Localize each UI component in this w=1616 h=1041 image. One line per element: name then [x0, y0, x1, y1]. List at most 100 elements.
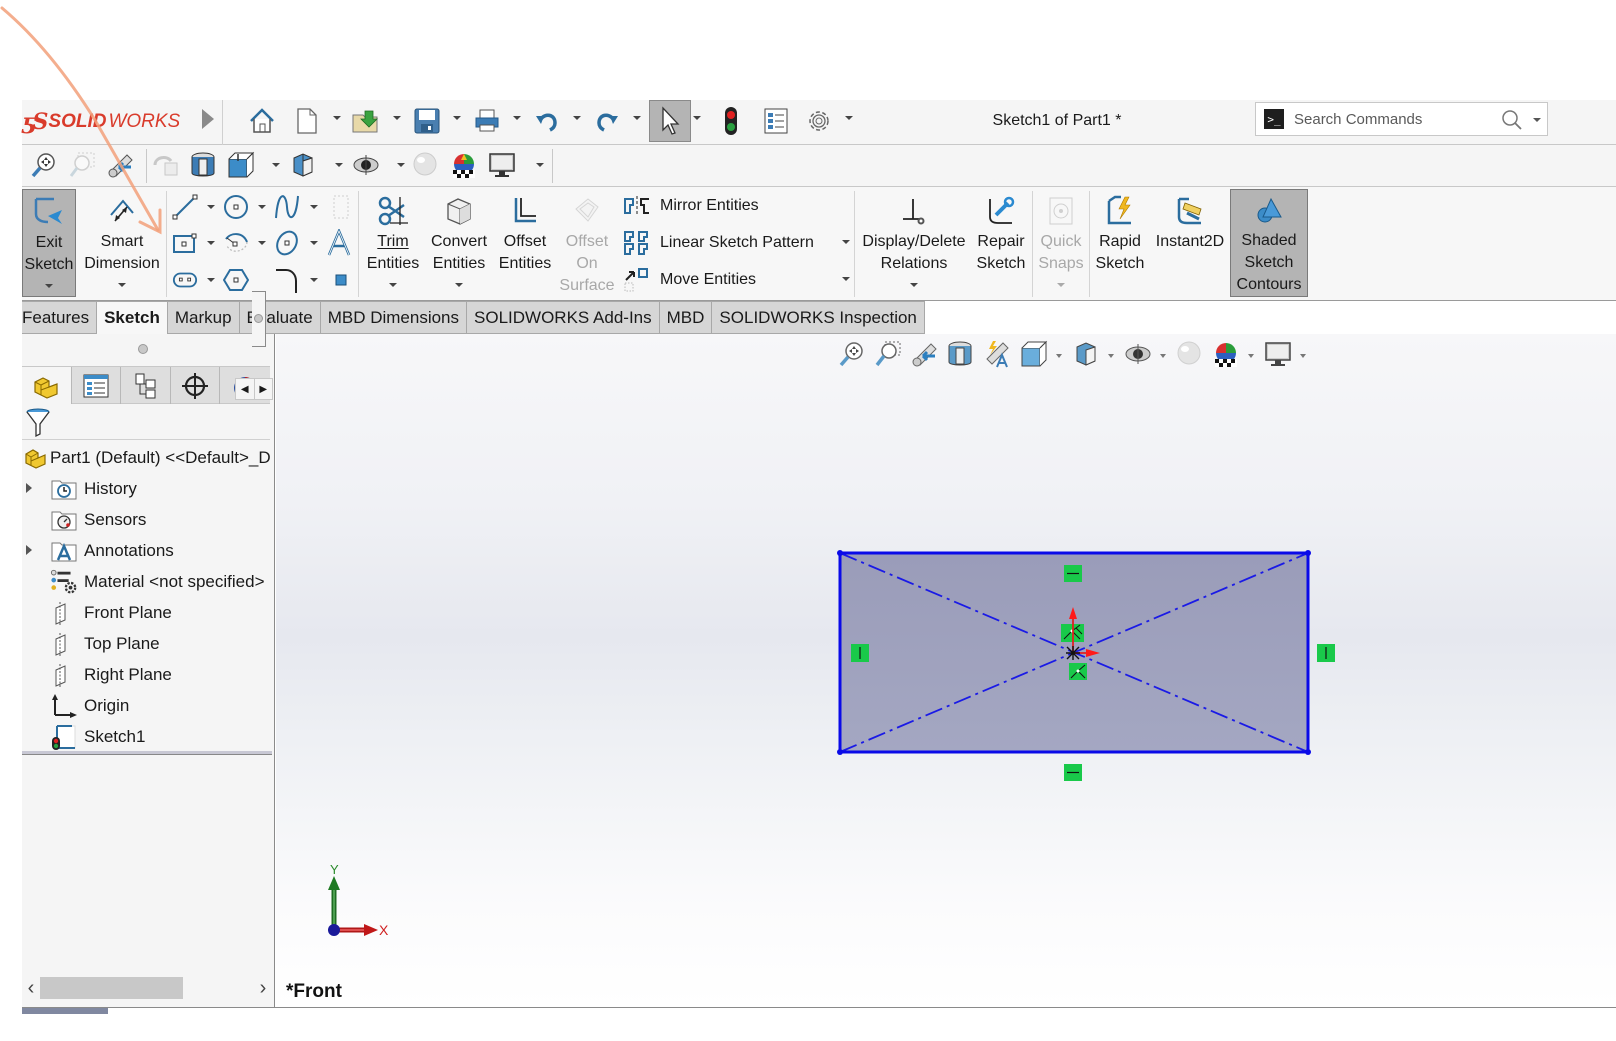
- instant2d-button[interactable]: Instant2D: [1150, 189, 1230, 297]
- slot-tool[interactable]: [172, 267, 198, 293]
- smart-dimension-dropdown-icon[interactable]: [118, 283, 126, 287]
- scroll-left-arrow-icon[interactable]: ‹: [22, 977, 40, 1000]
- configurationmanager-tab[interactable]: [121, 367, 171, 404]
- propertymanager-tab[interactable]: [72, 367, 122, 404]
- print-button[interactable]: [470, 104, 504, 138]
- linear-sketch-pattern-button[interactable]: Linear Sketch Pattern: [622, 228, 814, 258]
- fillet-dropdown-icon[interactable]: [310, 278, 318, 282]
- quick-snaps-button[interactable]: Quick Snaps: [1035, 189, 1087, 297]
- open-dropdown-icon[interactable]: [393, 116, 401, 120]
- new-dropdown-icon[interactable]: [333, 116, 341, 120]
- redo-dropdown-icon[interactable]: [633, 116, 641, 120]
- model-tabs[interactable]: [22, 1008, 108, 1014]
- line-tool[interactable]: [172, 194, 198, 220]
- scroll-left-icon[interactable]: ◀: [236, 379, 254, 399]
- sketch-point[interactable]: [1305, 749, 1311, 755]
- vertical-relation-icon[interactable]: [851, 644, 869, 662]
- section-view-button[interactable]: [187, 149, 219, 181]
- view-settings-button[interactable]: [486, 149, 518, 181]
- save-dropdown-icon[interactable]: [453, 116, 461, 120]
- search-input[interactable]: [1294, 110, 1494, 128]
- arc-dropdown-icon[interactable]: [258, 241, 266, 245]
- tree-item-sketch1[interactable]: Sketch1: [22, 721, 274, 752]
- scroll-right-arrow-icon[interactable]: ›: [254, 977, 272, 1000]
- tab-sketch[interactable]: Sketch: [97, 301, 168, 334]
- tab-features[interactable]: Features: [22, 301, 98, 334]
- zoom-to-area-button[interactable]: [66, 149, 98, 181]
- display-delete-relations-button[interactable]: Display/Delete Relations: [858, 189, 970, 297]
- undo-dropdown-icon[interactable]: [573, 116, 581, 120]
- trim-entities-button[interactable]: Trim Entities: [362, 189, 424, 297]
- featuremanager-tab[interactable]: [22, 367, 72, 404]
- ellipse-dropdown-icon[interactable]: [310, 241, 318, 245]
- convert-dropdown-icon[interactable]: [455, 283, 463, 287]
- horizontal-relation-icon[interactable]: [1064, 565, 1082, 582]
- rectangle-dropdown-icon[interactable]: [207, 241, 215, 245]
- arc-tool[interactable]: [223, 230, 249, 256]
- ellipse-tool[interactable]: [274, 230, 300, 256]
- view-orientation-dropdown-icon[interactable]: [272, 163, 280, 167]
- options-button[interactable]: [802, 104, 836, 138]
- plane-tool[interactable]: [328, 194, 354, 220]
- hide-show-dropdown-icon[interactable]: [397, 163, 405, 167]
- tree-item-origin[interactable]: Origin: [22, 690, 274, 721]
- search-dropdown-icon[interactable]: [1533, 118, 1541, 122]
- offset-entities-button[interactable]: Offset Entities: [494, 189, 556, 297]
- collapse-knob[interactable]: [254, 314, 263, 323]
- tab-solidworks-add-ins[interactable]: SOLIDWORKS Add-Ins: [467, 301, 660, 334]
- exit-sketch-dropdown-icon[interactable]: [45, 284, 53, 288]
- zoom-to-fit-button[interactable]: [28, 149, 60, 181]
- rebuild-view-button[interactable]: [150, 149, 182, 181]
- tree-item-annotations[interactable]: Annotations: [22, 535, 274, 566]
- text-tool[interactable]: [326, 229, 352, 256]
- rebuild-button[interactable]: [714, 104, 748, 138]
- rapid-sketch-button[interactable]: Rapid Sketch: [1092, 189, 1148, 297]
- expand-arrow-icon[interactable]: [26, 483, 32, 493]
- edit-appearance-button[interactable]: [410, 149, 442, 181]
- tree-item-sensors[interactable]: Sensors: [22, 504, 274, 535]
- display-delete-dropdown-icon[interactable]: [910, 283, 918, 287]
- spline-dropdown-icon[interactable]: [310, 205, 318, 209]
- dimxpertmanager-tab[interactable]: [171, 367, 221, 404]
- select-dropdown-icon[interactable]: [693, 116, 701, 120]
- line-dropdown-icon[interactable]: [207, 205, 215, 209]
- display-style-button[interactable]: [287, 149, 319, 181]
- fillet-tool[interactable]: [274, 267, 300, 293]
- move-entities-dropdown-icon[interactable]: [842, 277, 850, 281]
- sketch-canvas[interactable]: [276, 334, 1616, 1007]
- file-properties-button[interactable]: [759, 104, 793, 138]
- tree-item-part[interactable]: Part1 (Default) <<Default>_D: [22, 442, 274, 473]
- expand-arrow-icon[interactable]: [26, 545, 32, 555]
- mirror-entities-button[interactable]: Mirror Entities: [622, 191, 759, 221]
- open-button[interactable]: [350, 104, 384, 138]
- save-button[interactable]: [410, 104, 444, 138]
- panel-collapse-handle[interactable]: [252, 291, 266, 347]
- horizontal-relation-icon[interactable]: [1064, 764, 1082, 781]
- spline-tool[interactable]: [274, 194, 300, 220]
- graphics-area[interactable]: Y X *Front: [276, 334, 1616, 1007]
- shaded-sketch-contours-button[interactable]: Shaded Sketch Contours: [1230, 189, 1308, 297]
- polygon-tool[interactable]: [223, 267, 249, 293]
- redo-button[interactable]: [590, 104, 624, 138]
- tree-item-right-plane[interactable]: Right Plane: [22, 659, 274, 690]
- scroll-right-icon[interactable]: ▶: [253, 379, 273, 399]
- display-style-dropdown-icon[interactable]: [335, 163, 343, 167]
- view-settings-dropdown-icon[interactable]: [536, 163, 544, 167]
- tree-item-front-plane[interactable]: Front Plane: [22, 597, 274, 628]
- rectangle-tool[interactable]: [172, 230, 198, 256]
- tab-mbd-dimensions[interactable]: MBD Dimensions: [320, 301, 468, 334]
- vertical-relation-icon[interactable]: [1317, 644, 1335, 662]
- tab-mbd[interactable]: MBD: [659, 301, 713, 334]
- home-button[interactable]: [245, 104, 279, 138]
- tree-filter-bar[interactable]: [22, 404, 270, 440]
- hide-show-items-button[interactable]: [350, 149, 382, 181]
- search-commands-box[interactable]: >_: [1255, 102, 1548, 136]
- expand-menu-arrow-icon[interactable]: [202, 109, 214, 129]
- tree-item-top-plane[interactable]: Top Plane: [22, 628, 274, 659]
- scrollbar-thumb[interactable]: [40, 977, 183, 999]
- move-entities-button[interactable]: Move Entities: [622, 265, 756, 295]
- circle-dropdown-icon[interactable]: [258, 205, 266, 209]
- solidworks-logo[interactable]: ƽS SOLID WORKS: [22, 106, 180, 138]
- options-dropdown-icon[interactable]: [845, 116, 853, 120]
- tab-markup[interactable]: Markup: [167, 301, 240, 334]
